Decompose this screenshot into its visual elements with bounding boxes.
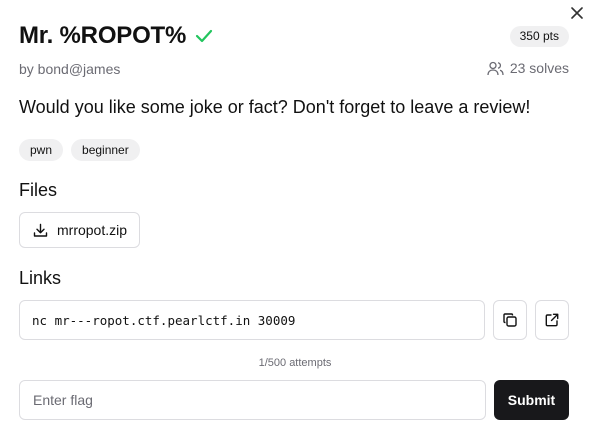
- link-field[interactable]: nc mr---ropot.ctf.pearlctf.in 30009: [19, 300, 485, 340]
- submit-button[interactable]: Submit: [494, 380, 569, 420]
- solves-count: 23 solves: [487, 60, 569, 76]
- open-link-button[interactable]: [535, 300, 569, 340]
- attempts-counter: 1/500 attempts: [258, 357, 332, 369]
- links-heading: Links: [19, 268, 62, 288]
- copy-icon: [503, 313, 517, 327]
- tag-list: pwn beginner: [19, 139, 140, 161]
- flag-input[interactable]: [19, 380, 486, 420]
- check-icon: [195, 29, 213, 43]
- external-link-icon: [545, 313, 559, 327]
- copy-button[interactable]: [493, 300, 527, 340]
- close-button[interactable]: [568, 4, 586, 22]
- close-icon: [571, 7, 583, 19]
- users-icon: [487, 61, 504, 76]
- file-download-button[interactable]: mrropot.zip: [19, 212, 140, 248]
- challenge-description: Would you like some joke or fact? Don't …: [19, 97, 531, 117]
- title-row: Mr. %ROPOT%: [19, 22, 213, 50]
- download-icon: [33, 223, 48, 238]
- file-name: mrropot.zip: [57, 222, 128, 238]
- solves-label: 23 solves: [509, 60, 569, 76]
- tag-beginner: beginner: [71, 139, 140, 161]
- tag-pwn: pwn: [19, 139, 64, 161]
- challenge-author: by bond@james: [19, 61, 121, 77]
- challenge-title: Mr. %ROPOT%: [19, 22, 187, 49]
- points-badge: 350 pts: [509, 26, 569, 47]
- files-heading: Files: [19, 180, 58, 200]
